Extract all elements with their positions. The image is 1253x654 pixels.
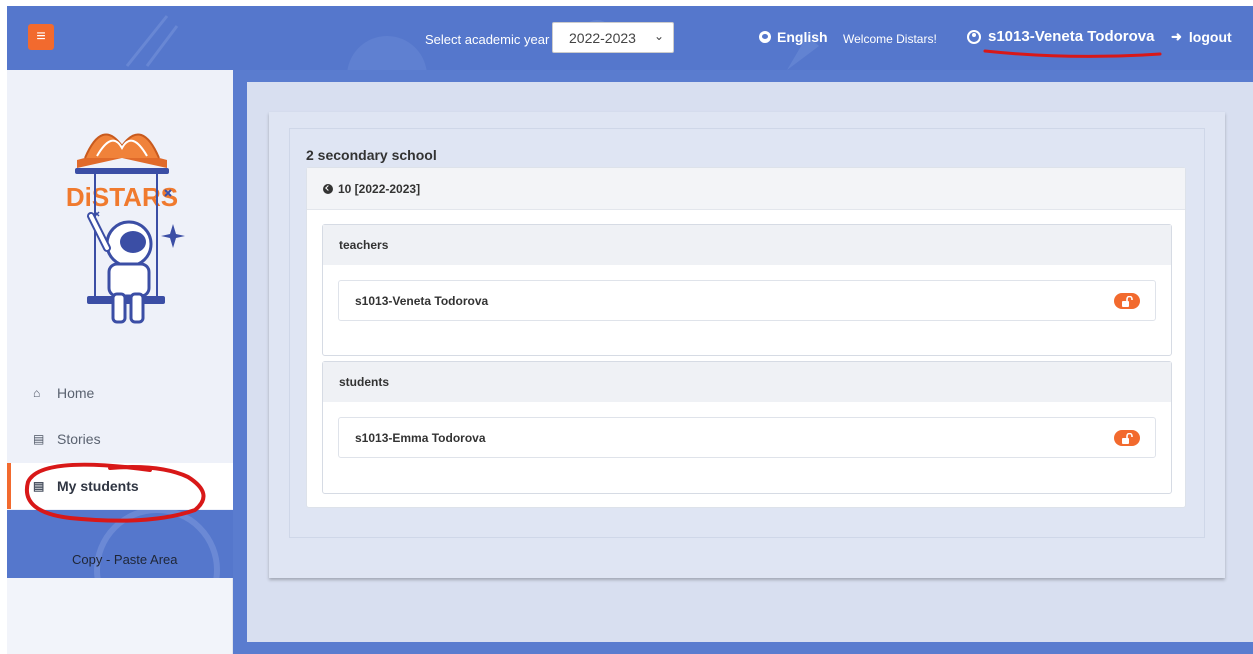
sidebar-item-home[interactable]: ⌂ Home — [7, 370, 233, 416]
main-content: 2 secondary school 10 [2022-2023] teache… — [233, 70, 1253, 654]
school-panel: 2 secondary school 10 [2022-2023] teache… — [269, 112, 1225, 578]
copy-paste-area-label: Copy - Paste Area — [72, 552, 178, 567]
academic-year-select[interactable]: 2022-2023 ⌄ — [552, 22, 674, 53]
students-icon: ▤ — [33, 479, 45, 493]
list-item: s1013-Veneta Todorova — [338, 280, 1156, 321]
unlock-icon — [1122, 432, 1133, 444]
sidebar: DiSTARS ⌂ Home ▤ Stories ▤ My students C… — [7, 70, 233, 654]
logout-link[interactable]: ➜ logout — [1171, 29, 1232, 45]
academic-year-label: Select academic year — [425, 32, 550, 47]
main-content-inner: 2 secondary school 10 [2022-2023] teache… — [247, 82, 1253, 642]
language-switch[interactable]: English — [759, 29, 828, 45]
globe-icon — [759, 31, 771, 43]
class-title: 10 [2022-2023] — [338, 181, 421, 196]
sidebar-item-label: Home — [57, 385, 95, 401]
list-item: s1013-Emma Todorova — [338, 417, 1156, 458]
chevron-circle-left-icon — [323, 183, 333, 194]
sidebar-item-my-students[interactable]: ▤ My students — [7, 463, 233, 509]
students-group: students s1013-Emma Todorova — [322, 361, 1172, 494]
sign-out-icon: ➜ — [1171, 29, 1182, 44]
school-panel-frame: 2 secondary school 10 [2022-2023] teache… — [289, 128, 1205, 538]
unlock-button[interactable] — [1114, 293, 1140, 309]
distars-logo: DiSTARS — [66, 133, 185, 324]
sidebar-item-stories[interactable]: ▤ Stories — [7, 416, 233, 462]
welcome-text: Welcome Distars! — [843, 32, 937, 46]
copy-paste-area[interactable]: Copy - Paste Area — [7, 510, 233, 578]
top-bar: ≡ Select academic year 2022-2023 ⌄ Engli… — [7, 6, 1253, 70]
unlock-icon — [1122, 295, 1133, 307]
member-name: s1013-Emma Todorova — [355, 430, 486, 445]
hamburger-icon: ≡ — [36, 28, 46, 45]
sidebar-item-label: My students — [57, 478, 139, 494]
group-title: teachers — [323, 225, 1171, 265]
academic-year-value: 2022-2023 — [569, 29, 636, 46]
menu-toggle-button[interactable]: ≡ — [28, 24, 54, 50]
school-name: 2 secondary school — [306, 147, 437, 163]
unlock-button[interactable] — [1114, 430, 1140, 446]
class-box: 10 [2022-2023] teachers s1013-Veneta Tod… — [306, 167, 1186, 508]
copy-area-decor — [94, 510, 220, 578]
logout-label: logout — [1188, 29, 1232, 45]
group-title: students — [323, 362, 1171, 402]
class-header[interactable]: 10 [2022-2023] — [307, 168, 1185, 210]
language-label: English — [777, 29, 828, 45]
user-circle-icon — [967, 29, 981, 44]
stories-icon: ▤ — [33, 432, 45, 446]
user-profile-link[interactable]: s1013-Veneta Todorova — [967, 28, 1154, 45]
member-name: s1013-Veneta Todorova — [355, 293, 489, 308]
home-icon: ⌂ — [33, 386, 41, 400]
sidebar-item-label: Stories — [57, 431, 101, 447]
user-name: s1013-Veneta Todorova — [988, 28, 1155, 45]
teachers-group: teachers s1013-Veneta Todorova — [322, 224, 1172, 356]
svg-text:DiSTARS: DiSTARS — [66, 182, 178, 212]
chevron-down-icon: ⌄ — [653, 29, 664, 43]
